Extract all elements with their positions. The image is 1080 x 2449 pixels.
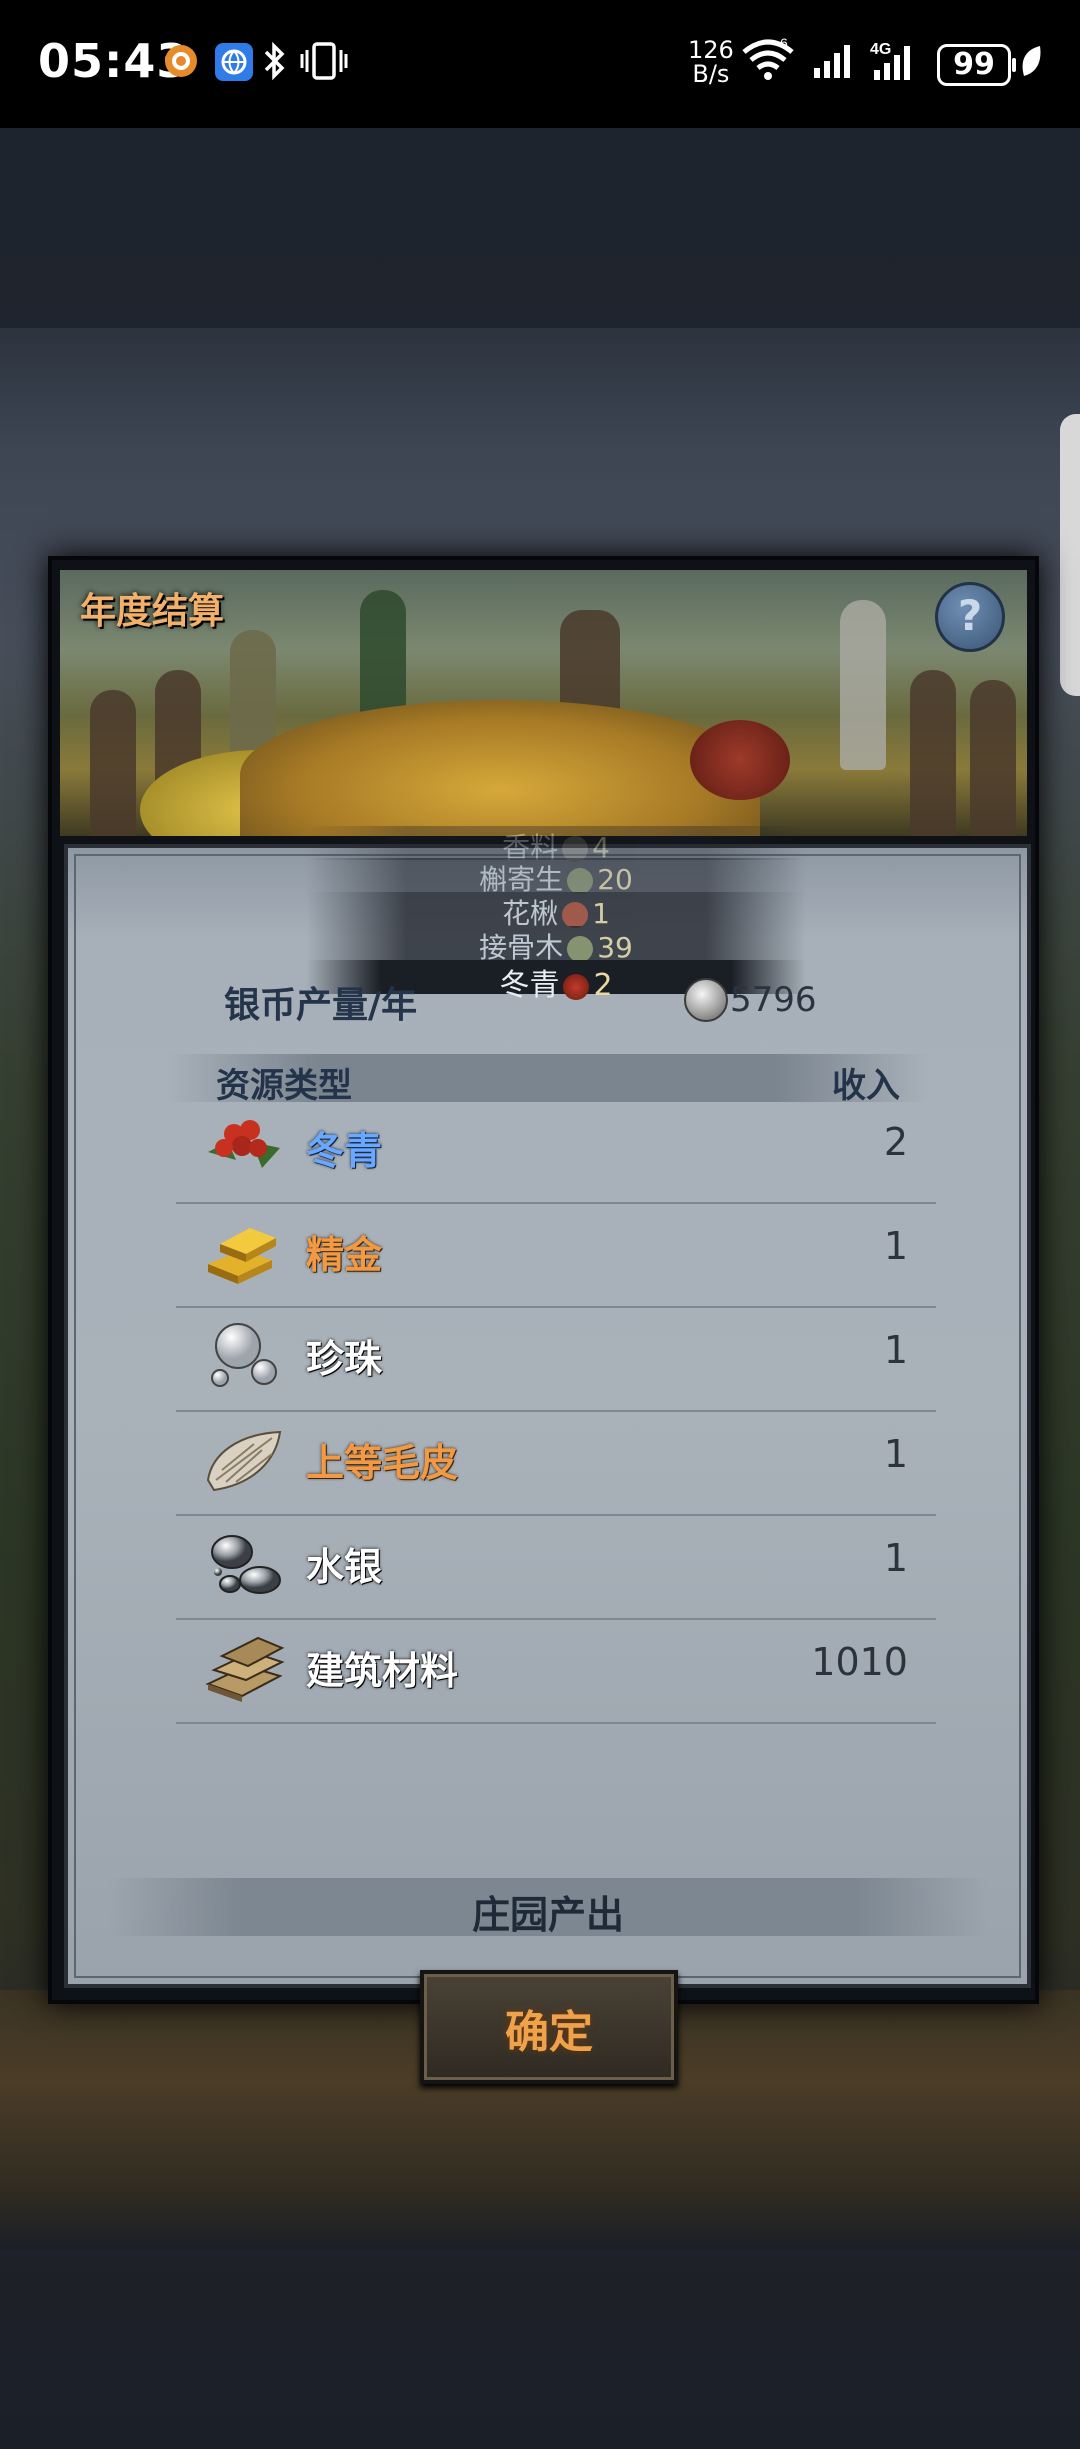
picker-item[interactable]: 接骨木 39 <box>306 926 806 964</box>
silver-coin-icon <box>684 978 728 1022</box>
svg-text:4G: 4G <box>870 41 891 58</box>
signal-4g-icon: 4G <box>870 41 910 80</box>
rowan-icon <box>562 902 589 928</box>
table-header: 资源类型 收入 <box>168 1054 928 1106</box>
elder-icon <box>567 936 594 962</box>
resource-name: 水银 <box>306 1545 383 1589</box>
holly-berry-icon <box>208 1120 280 1168</box>
resource-income: 1 <box>883 1328 908 1372</box>
confirm-button[interactable]: 确定 <box>420 1970 678 2084</box>
dialog-banner: 年度结算 ? <box>60 570 1027 836</box>
mercury-icon <box>211 1535 281 1594</box>
side-drawer-handle[interactable] <box>1060 414 1080 696</box>
svg-text:6: 6 <box>780 36 788 51</box>
resource-name: 珍珠 <box>306 1337 383 1381</box>
resource-income: 1 <box>883 1432 908 1476</box>
resource-name: 上等毛皮 <box>306 1441 459 1485</box>
battery-icon: 99 <box>937 44 1016 86</box>
confirm-label: 确定 <box>505 2007 593 2058</box>
leaf-icon <box>1022 46 1041 76</box>
net-speed: 126 B/s <box>688 36 734 88</box>
resource-name: 精金 <box>306 1233 383 1277</box>
wifi-icon: 6 <box>742 36 794 80</box>
table-row: 珍珠 1 <box>176 1306 936 1412</box>
table-row: 上等毛皮 1 <box>176 1410 936 1516</box>
settlement-panel: 香料 4 槲寄生 20 花楸 1 接骨木 39 冬青 2 银币产量/年 5796 资源类型… <box>64 826 1031 2084</box>
dialog-title: 年度结算 <box>80 591 225 632</box>
silver-value: 5796 <box>730 980 817 1020</box>
picker-item[interactable]: 花楸 1 <box>306 892 806 930</box>
section-title: 庄园产出 <box>471 1893 624 1937</box>
pearl-icon <box>211 1323 277 1387</box>
status-bar: 05:43 126 B/s 6 4G 99 <box>0 0 1080 128</box>
section-header-estate-output: 庄园产出 <box>108 1878 988 1937</box>
table-row: 建筑材料 1010 <box>176 1618 936 1724</box>
bluetooth-icon <box>264 41 285 81</box>
table-row: 水银 1 <box>176 1514 936 1620</box>
sun-icon <box>165 45 197 77</box>
building-material-icon <box>205 1636 285 1702</box>
resource-income: 2 <box>883 1120 908 1164</box>
gold-bar-icon <box>208 1228 276 1284</box>
mistletoe-icon <box>567 868 594 894</box>
resource-income: 1 <box>883 1536 908 1580</box>
signal-icon <box>814 45 850 78</box>
resource-income: 1010 <box>811 1640 908 1684</box>
fur-icon <box>206 1430 282 1492</box>
silver-label: 银币产量/年 <box>224 985 418 1026</box>
resource-name: 建筑材料 <box>306 1649 459 1693</box>
picker-item[interactable]: 香料 4 <box>306 826 806 864</box>
annual-settlement-dialog: 年度结算 ? 香料 4 槲寄生 20 花楸 1 接骨木 39 冬青 2 银币产量/年 <box>48 556 1039 2084</box>
table-row: 精金 1 <box>176 1202 936 1308</box>
vibrate-icon <box>300 42 348 80</box>
picker-item[interactable]: 槲寄生 20 <box>306 858 806 896</box>
help-button[interactable]: ? <box>935 582 1005 652</box>
resource-income: 1 <box>883 1224 908 1268</box>
resource-name: 冬青 <box>306 1129 383 1173</box>
browser-icon <box>215 43 253 81</box>
table-row: 冬青 2 <box>176 1098 936 1204</box>
silver-production-row: 银币产量/年 5796 <box>224 976 874 1026</box>
